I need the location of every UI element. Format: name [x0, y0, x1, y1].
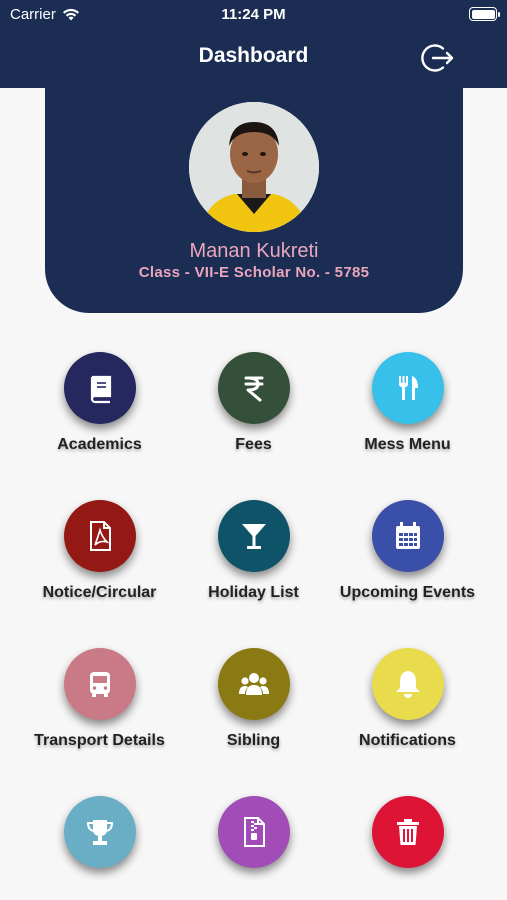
sibling-circle	[218, 648, 290, 720]
student-class-info: Class - VII-E Scholar No. - 5785	[138, 264, 370, 281]
status-bar: Carrier 11:24 PM	[0, 0, 507, 30]
delete-circle	[372, 796, 444, 868]
tile-sibling[interactable]: Sibling	[169, 626, 338, 756]
achievements-circle	[64, 796, 136, 868]
events-circle	[372, 500, 444, 572]
transport-circle	[64, 648, 136, 720]
fees-circle	[218, 352, 290, 424]
trash-icon	[397, 819, 419, 845]
tile-academics[interactable]: Academics	[15, 330, 184, 460]
calendar-icon	[396, 522, 420, 549]
documents-circle	[218, 796, 290, 868]
mess-menu-circle	[372, 352, 444, 424]
notice-circle	[64, 500, 136, 572]
tile-label: Transport Details	[34, 732, 165, 749]
avatar[interactable]	[189, 102, 319, 232]
cocktail-glass-icon	[242, 524, 266, 549]
tile-label: Academics	[57, 436, 142, 453]
tile-label: Holiday List	[208, 584, 299, 601]
bottom-edge	[0, 880, 507, 900]
top-bar: Carrier 11:24 PM Dashboard	[0, 0, 507, 88]
tile-notice-circular[interactable]: Notice/Circular	[15, 478, 184, 608]
bus-icon	[90, 672, 110, 697]
student-photo	[189, 102, 319, 232]
academics-circle	[64, 352, 136, 424]
notifications-circle	[372, 648, 444, 720]
profile-card: Manan Kukreti Class - VII-E Scholar No. …	[45, 88, 463, 313]
tile-mess-menu[interactable]: Mess Menu	[323, 330, 492, 460]
tile-fees[interactable]: Fees	[169, 330, 338, 460]
tile-upcoming-events[interactable]: Upcoming Events	[323, 478, 492, 608]
holiday-circle	[218, 500, 290, 572]
tile-label: Sibling	[226, 732, 281, 749]
zip-file-icon	[244, 817, 265, 847]
fork-knife-icon	[399, 376, 418, 400]
rupee-icon	[244, 376, 264, 402]
tile-label: Notifications	[359, 732, 456, 749]
trophy-icon	[86, 820, 114, 845]
tile-holiday-list[interactable]: Holiday List	[169, 478, 338, 608]
tile-notifications[interactable]: Notifications	[323, 626, 492, 756]
logout-icon[interactable]	[419, 40, 455, 76]
battery-icon	[469, 7, 500, 21]
bell-icon	[396, 671, 420, 698]
student-name: Manan Kukreti	[189, 240, 319, 262]
tile-transport-details[interactable]: Transport Details	[15, 626, 184, 756]
pdf-document-icon	[90, 521, 111, 551]
tile-label: Mess Menu	[364, 436, 451, 453]
tile-label: Fees	[235, 436, 272, 453]
status-time: 11:24 PM	[221, 6, 286, 23]
tile-label: Upcoming Events	[339, 584, 476, 601]
book-icon	[90, 375, 112, 404]
tile-label: Notice/Circular	[42, 584, 157, 601]
users-icon	[239, 673, 269, 695]
